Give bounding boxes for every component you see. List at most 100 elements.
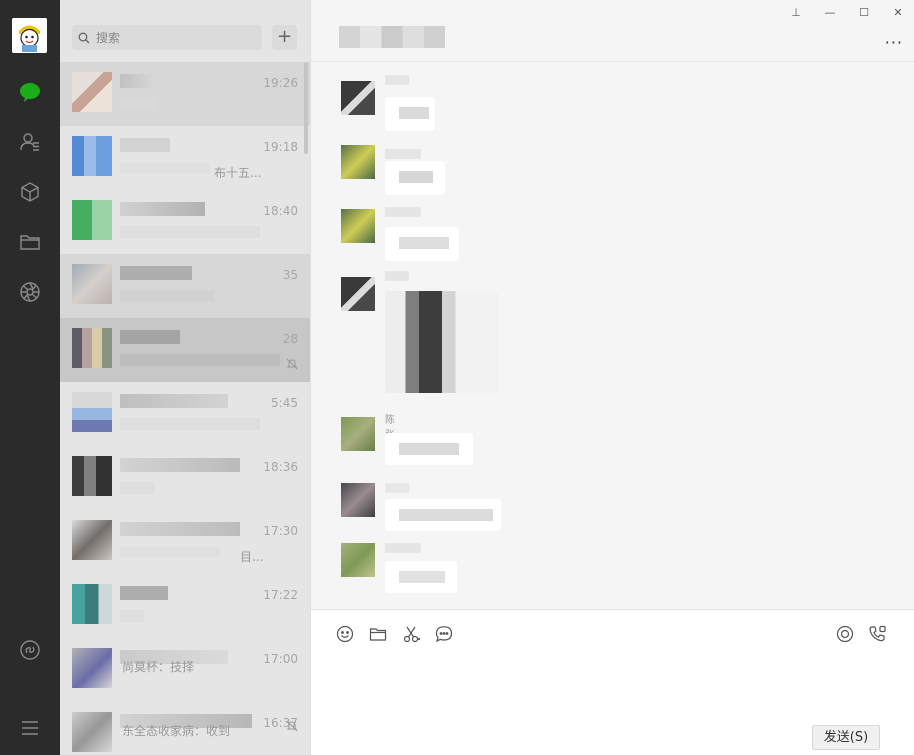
chat-preview — [120, 418, 260, 430]
chat-time: 17:22 — [263, 588, 298, 602]
maximize-button[interactable]: ☐ — [857, 6, 871, 19]
chat-preview — [120, 290, 214, 302]
chat-name — [120, 266, 192, 280]
close-button[interactable]: ✕ — [891, 6, 905, 19]
input-area[interactable]: 发送(S) — [311, 609, 914, 755]
list-item[interactable]: 18:36 — [60, 446, 310, 510]
conversation-rows: 19:26 19:18 布十五... 18:40 35 28 5:45 18:3… — [60, 62, 310, 755]
sender-name — [385, 75, 409, 85]
nav-rail — [0, 0, 60, 755]
send-button[interactable]: 发送(S) — [812, 725, 880, 750]
sender-name — [385, 207, 421, 217]
chat-time: 35 — [282, 268, 298, 282]
list-item[interactable]: 5:45 — [60, 382, 310, 446]
search-box[interactable]: 搜索 — [72, 25, 262, 50]
chat-preview — [120, 98, 156, 110]
chat-snippet: 尚莫杯：技择 — [122, 660, 195, 674]
folder-icon[interactable] — [18, 230, 42, 254]
chat-preview — [120, 546, 220, 558]
chat-time: 19:26 — [263, 76, 298, 90]
chat-time: 17:30 — [263, 524, 298, 538]
chat-preview — [120, 226, 260, 238]
list-item[interactable]: 19:18 布十五... — [60, 126, 310, 190]
chat-name — [120, 522, 240, 536]
search-placeholder: 搜索 — [96, 31, 121, 45]
message-bubble[interactable] — [385, 97, 435, 131]
list-item[interactable]: 19:26 — [60, 62, 310, 126]
my-avatar[interactable] — [12, 18, 47, 53]
avatar — [72, 392, 112, 432]
message-bubble[interactable] — [385, 499, 501, 531]
avatar — [72, 264, 112, 304]
chat-name — [120, 330, 180, 344]
message-bubble[interactable] — [385, 227, 459, 261]
mini-program-icon[interactable] — [18, 638, 42, 662]
avatar — [72, 72, 112, 112]
chat-time: 28 — [282, 332, 298, 346]
message-bubble[interactable] — [385, 161, 445, 195]
more-options-button[interactable]: ··· — [885, 33, 903, 52]
emoji-icon[interactable] — [335, 624, 355, 644]
chat-list: 搜索 + 19:26 19:18 布十五... 18:40 35 28 5:45… — [60, 0, 310, 755]
list-item[interactable]: 16:37 东全态收家病：收到 — [60, 702, 310, 755]
sender-name — [385, 149, 421, 159]
chat-snippet: 东全态收家病：收到 — [122, 724, 231, 738]
message-list: 陈张 — [311, 63, 914, 609]
sender-name — [385, 271, 409, 281]
menu-icon[interactable] — [18, 716, 42, 740]
avatar — [72, 136, 112, 176]
chat-time: 18:36 — [263, 460, 298, 474]
avatar — [72, 648, 112, 688]
add-chat-button[interactable]: + — [272, 25, 297, 50]
message-bubble[interactable] — [385, 561, 457, 593]
chat-panel: ⊥ — ☐ ✕ ··· 陈 发送(S) — [310, 0, 914, 755]
chat-time: 18:40 — [263, 204, 298, 218]
chat-title — [339, 26, 445, 48]
list-item[interactable]: 17:22 — [60, 574, 310, 638]
avatar — [72, 200, 112, 240]
avatar[interactable] — [341, 145, 375, 179]
avatar — [72, 328, 112, 368]
moments-icon[interactable] — [18, 280, 42, 304]
avatar[interactable] — [341, 543, 375, 577]
chat-time: 5:45 — [271, 396, 298, 410]
chat-icon[interactable] — [18, 80, 42, 104]
list-item[interactable]: 35 — [60, 254, 310, 318]
avatar[interactable] — [341, 81, 375, 115]
contacts-icon[interactable] — [18, 130, 42, 154]
list-item[interactable]: 17:00 尚莫杯：技择 — [60, 638, 310, 702]
chat-name — [120, 202, 205, 216]
pin-icon[interactable]: ⊥ — [789, 6, 803, 19]
list-item[interactable]: 18:40 — [60, 190, 310, 254]
chat-name — [120, 74, 156, 88]
voice-call-icon[interactable] — [868, 624, 888, 644]
chat-preview — [120, 354, 280, 366]
chat-name — [120, 586, 168, 600]
avatar — [72, 584, 112, 624]
chat-preview — [120, 610, 144, 622]
screenshot-icon[interactable] — [401, 624, 421, 644]
box-icon[interactable] — [18, 180, 42, 204]
list-item[interactable]: 17:30 目... — [60, 510, 310, 574]
avatar — [72, 712, 112, 752]
file-icon[interactable] — [368, 624, 388, 644]
avatar[interactable] — [341, 417, 375, 451]
avatar[interactable] — [341, 209, 375, 243]
chat-name — [120, 458, 240, 472]
sender-name: 陈张 — [385, 415, 395, 441]
chat-snippet: 布十五... — [214, 166, 262, 180]
chat-history-icon[interactable] — [434, 624, 454, 644]
wechat-window: 搜索 + 19:26 19:18 布十五... 18:40 35 28 5:45… — [0, 0, 914, 755]
message-bubble[interactable] — [385, 433, 473, 465]
chat-preview — [120, 482, 154, 494]
minimize-button[interactable]: — — [823, 6, 837, 19]
list-item[interactable]: 28 — [60, 318, 310, 382]
live-icon[interactable] — [835, 624, 855, 644]
chat-list-scrollbar[interactable] — [304, 62, 308, 154]
avatar[interactable] — [341, 483, 375, 517]
avatar[interactable] — [341, 277, 375, 311]
avatar — [72, 456, 112, 496]
image-message[interactable] — [385, 291, 499, 393]
sender-name — [385, 543, 421, 553]
search-icon — [78, 32, 90, 43]
